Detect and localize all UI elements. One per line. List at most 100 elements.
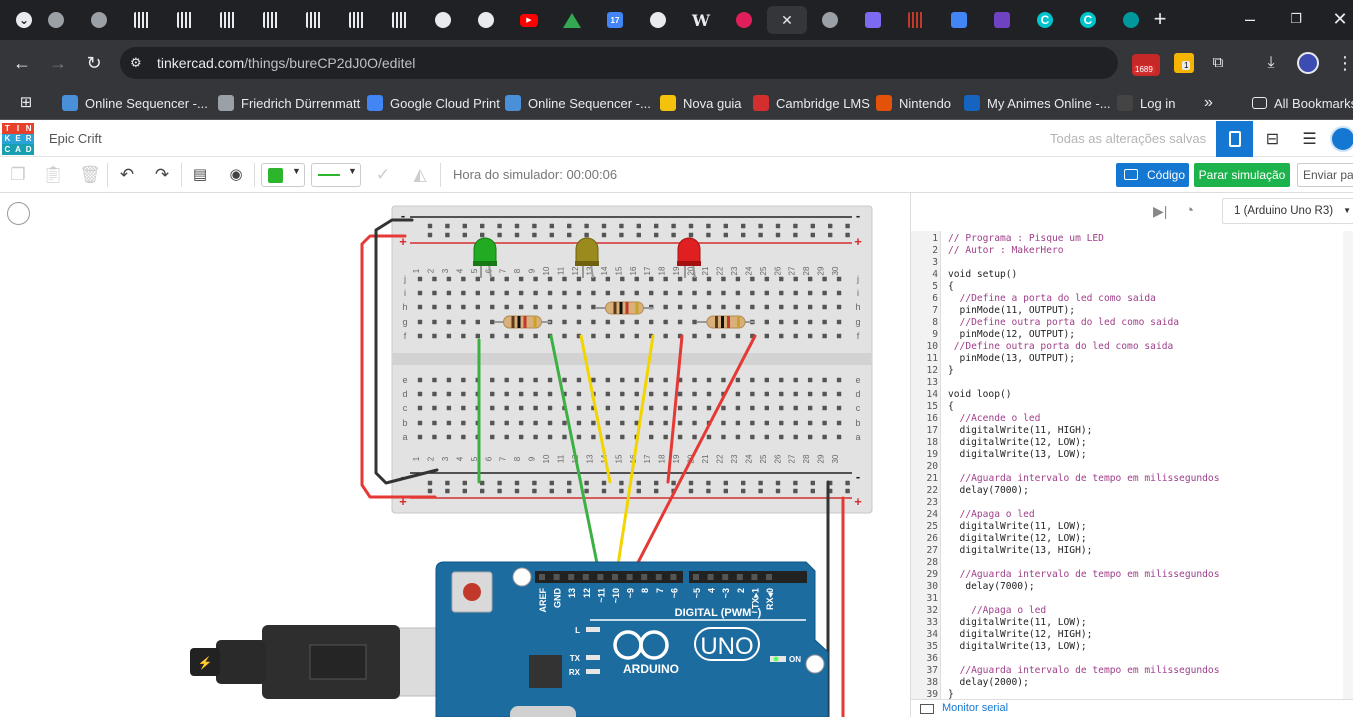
code-editor[interactable]: 1 // Programa : Pisque um LED 2 // Autor : … bbox=[911, 231, 1353, 701]
flip-icon[interactable]: ◭ bbox=[408, 163, 432, 187]
breadboard-hole bbox=[735, 276, 741, 282]
bookmark-item[interactable]: Friedrich Dürrenmatt bbox=[218, 94, 360, 112]
bookmark-item[interactable]: Google Cloud Print bbox=[367, 94, 500, 112]
browser-tab[interactable] bbox=[466, 6, 506, 34]
schematic-view-button[interactable]: ⊟ bbox=[1254, 121, 1291, 157]
browser-tab[interactable] bbox=[423, 6, 463, 34]
browser-tab[interactable] bbox=[79, 6, 119, 34]
bookmark-item[interactable]: Log in bbox=[1117, 94, 1175, 112]
breadboard-hole bbox=[836, 333, 842, 339]
forward-button[interactable]: → bbox=[46, 51, 70, 75]
step-icon[interactable]: ▶| bbox=[1153, 203, 1167, 220]
toggle-notes-icon[interactable]: ◉ bbox=[224, 163, 248, 187]
delete-icon[interactable]: 🗑︎ bbox=[78, 163, 102, 187]
bookmark-item[interactable]: Online Sequencer -... bbox=[505, 94, 651, 112]
project-name[interactable]: Epic Crift bbox=[49, 131, 102, 146]
breadboard-hole bbox=[779, 319, 784, 325]
url-host: tinkercad.com bbox=[157, 55, 245, 71]
browser-tab[interactable]: C bbox=[1068, 6, 1108, 34]
notes-icon[interactable]: ▤ bbox=[188, 163, 212, 187]
bookmark-item[interactable]: Online Sequencer -... bbox=[62, 94, 208, 112]
stop-simulation-button[interactable]: Parar simulação bbox=[1194, 163, 1290, 187]
breadboard-hole bbox=[445, 480, 450, 486]
bookmark-item[interactable]: My Animes Online -... bbox=[964, 94, 1111, 112]
send-to-button[interactable]: Enviar para bbox=[1297, 163, 1353, 187]
column-number: 26 bbox=[773, 454, 782, 463]
browser-tab[interactable]: ✕ bbox=[767, 6, 807, 34]
breadboard-hole bbox=[591, 377, 596, 383]
reload-button[interactable]: ↻ bbox=[82, 51, 106, 75]
serial-monitor-bar[interactable]: Monitor serial bbox=[911, 699, 1353, 717]
new-tab-button[interactable]: + bbox=[1148, 7, 1172, 31]
browser-tab[interactable] bbox=[810, 6, 850, 34]
apps-grid-icon[interactable]: ⊞ bbox=[14, 91, 38, 115]
circuit-canvas[interactable]: 1 1 2 2 3 3 4 4 5 5 6 6 7 7 8 8 9 9 10 10 11 11 12 12 13 13 14 14 15… bbox=[0, 193, 910, 717]
breadboard-hole bbox=[750, 276, 755, 282]
extension-icon-badge[interactable]: 1689 bbox=[1132, 54, 1160, 76]
logo-letter: C bbox=[2, 144, 13, 155]
rotate-icon[interactable]: ✓ bbox=[371, 163, 395, 187]
breadboard-hole bbox=[836, 434, 842, 440]
copy-icon[interactable]: ❐ bbox=[6, 163, 30, 187]
browser-tab[interactable]: ▶ bbox=[509, 6, 549, 34]
breadboard-hole bbox=[490, 333, 495, 339]
bookmark-item[interactable]: Cambridge LMS bbox=[753, 94, 870, 112]
browser-tab[interactable] bbox=[896, 6, 936, 34]
header-pin bbox=[736, 574, 743, 580]
resistor-band bbox=[619, 302, 623, 314]
downloads-icon[interactable]: ⤓ bbox=[1259, 51, 1283, 75]
undo-icon[interactable]: ↶ bbox=[115, 163, 139, 187]
browser-tab[interactable] bbox=[251, 6, 291, 34]
all-bookmarks-button[interactable]: All Bookmarks bbox=[1252, 94, 1353, 112]
browser-tab[interactable] bbox=[165, 6, 205, 34]
browser-tab[interactable] bbox=[552, 6, 592, 34]
browser-tab[interactable] bbox=[337, 6, 377, 34]
redo-icon[interactable]: ↷ bbox=[150, 163, 174, 187]
browser-tab[interactable] bbox=[939, 6, 979, 34]
address-bar[interactable]: ⚙ tinkercad.com/things/bureCP2dJ0O/edite… bbox=[120, 47, 1118, 79]
code-button[interactable]: Código bbox=[1116, 163, 1189, 187]
browser-tab[interactable] bbox=[638, 6, 678, 34]
board-select[interactable]: 1 (Arduino Uno R3) ▼ bbox=[1222, 198, 1353, 224]
browser-tab[interactable]: W bbox=[681, 6, 721, 34]
color-picker[interactable]: ▼ bbox=[261, 163, 305, 187]
back-button[interactable]: ← bbox=[10, 51, 34, 75]
browser-tab[interactable] bbox=[1111, 6, 1151, 34]
browser-tab[interactable] bbox=[208, 6, 248, 34]
breadboard-hole bbox=[663, 391, 668, 397]
editor-scrollbar[interactable] bbox=[1343, 231, 1353, 701]
debug-icon[interactable]: ◔ bbox=[1185, 202, 1194, 219]
site-info-icon[interactable]: ⚙ bbox=[130, 47, 142, 79]
bookmark-favicon-icon bbox=[1117, 95, 1133, 111]
minimize-button[interactable]: – bbox=[1238, 7, 1262, 31]
browser-tab[interactable] bbox=[724, 6, 764, 34]
paste-icon[interactable]: 📋︎ bbox=[41, 163, 65, 187]
close-window-button[interactable]: ✕ bbox=[1328, 7, 1352, 31]
breadboard-hole bbox=[723, 488, 728, 494]
profile-avatar[interactable] bbox=[1297, 52, 1319, 74]
bookmarks-more-button[interactable]: » bbox=[1204, 94, 1213, 112]
breadboard-hole bbox=[417, 405, 423, 411]
browser-tab[interactable] bbox=[122, 6, 162, 34]
user-avatar[interactable] bbox=[1330, 126, 1353, 152]
tinkercad-logo[interactable]: TINKERCAD bbox=[2, 123, 34, 155]
browser-tab[interactable] bbox=[853, 6, 893, 34]
browser-tab[interactable] bbox=[380, 6, 420, 34]
bookmark-item[interactable]: Nova guia bbox=[660, 94, 742, 112]
breadboard-hole bbox=[432, 304, 437, 310]
browser-menu-icon[interactable]: ⋮ bbox=[1333, 51, 1353, 75]
browser-tab[interactable]: C bbox=[1025, 6, 1065, 34]
browser-tab[interactable]: 17 bbox=[595, 6, 635, 34]
bookmark-item[interactable]: Nintendo bbox=[876, 94, 951, 112]
breadboard-hole bbox=[634, 333, 639, 339]
restore-button[interactable]: ❐ bbox=[1284, 7, 1308, 31]
browser-tab[interactable] bbox=[294, 6, 334, 34]
circuit-view-button[interactable] bbox=[1216, 121, 1253, 157]
browser-tab[interactable] bbox=[36, 6, 76, 34]
browser-tab[interactable] bbox=[982, 6, 1022, 34]
component-list-button[interactable]: ☰ bbox=[1291, 121, 1328, 157]
wire-type-picker[interactable]: ▼ bbox=[311, 163, 361, 187]
breadboard-hole bbox=[764, 405, 769, 411]
extension-icon-2[interactable]: 1 bbox=[1174, 53, 1194, 73]
extensions-puzzle-icon[interactable]: ⧉ bbox=[1206, 51, 1230, 75]
